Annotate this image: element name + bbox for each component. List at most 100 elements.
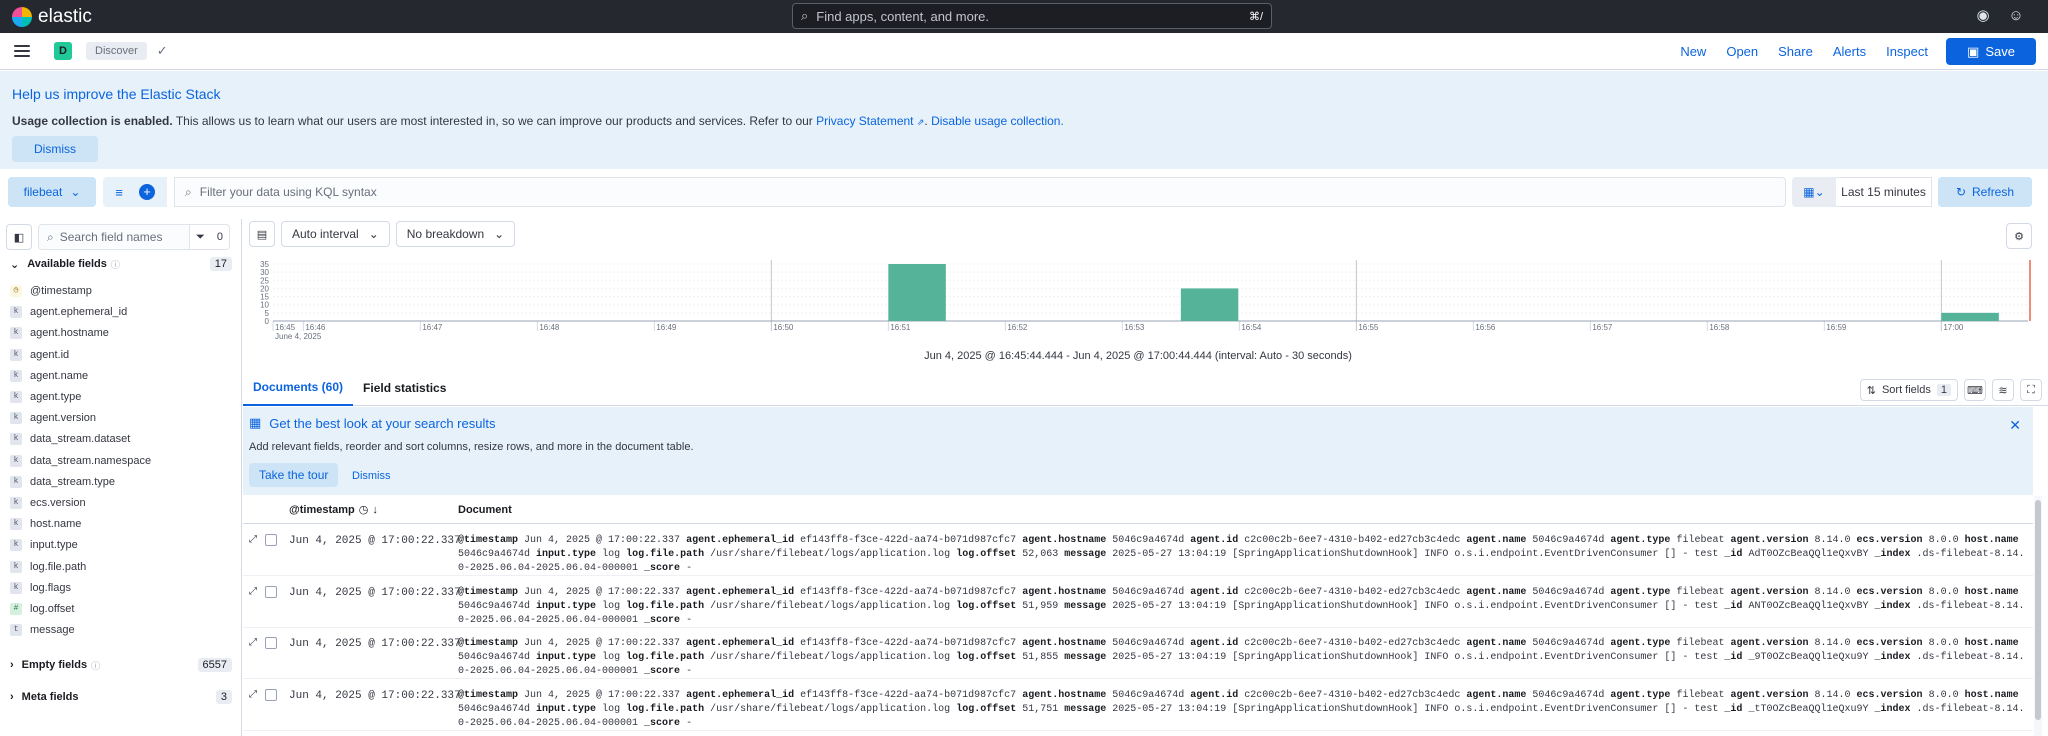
field-item[interactable]: k agent.id <box>10 346 69 364</box>
expand-icon[interactable]: ⤢ <box>249 688 257 702</box>
field-name: log.file.path <box>30 560 87 573</box>
histogram-chart[interactable]: 3530252015105016:45 16:46 16:47 16:48 16:49 1… <box>243 258 2033 343</box>
available-fields-section[interactable]: ⌄ Available fields ⓘ 17 <box>10 257 232 271</box>
field-item[interactable]: k input.type <box>10 536 78 554</box>
table-toggle-icon[interactable]: ▤ <box>249 221 275 247</box>
doc-key: ecs.version <box>1856 586 1923 598</box>
alerts-link[interactable]: Alerts <box>1823 44 1876 59</box>
user-icon[interactable]: ☺ <box>2007 7 2025 25</box>
add-filter-icon[interactable]: + <box>139 184 155 200</box>
share-link[interactable]: Share <box>1768 44 1823 59</box>
field-item[interactable]: k data_stream.dataset <box>10 430 130 448</box>
meta-fields-section[interactable]: › Meta fields 3 <box>10 690 232 704</box>
expand-icon[interactable]: ⤢ <box>249 533 257 547</box>
row-checkbox[interactable] <box>265 585 277 598</box>
x-tick-label: 16:51 <box>890 323 911 332</box>
breadcrumb-discover[interactable]: Discover <box>86 42 147 60</box>
close-icon[interactable]: ✕ <box>2009 417 2021 434</box>
doc-value: - <box>686 614 693 626</box>
x-tick-label: 16:55 <box>1358 323 1379 332</box>
doc-key: agent.type <box>1610 586 1671 598</box>
refresh-button[interactable]: ↻ Refresh <box>1938 177 2032 207</box>
field-name: ecs.version <box>30 497 86 509</box>
field-item[interactable]: # log.offset <box>10 600 74 618</box>
global-search-input[interactable]: ⌕ Find apps, content, and more. ⌘/ <box>792 3 1272 29</box>
inspect-link[interactable]: Inspect <box>1876 44 1938 59</box>
x-tick-label: 16:45 <box>275 323 296 332</box>
doc-key: agent.version <box>1730 586 1809 598</box>
doc-value: AdT0OZcBeaQQl1eQxvBY <box>1748 549 1869 560</box>
new-link[interactable]: New <box>1670 44 1716 59</box>
elastic-logo[interactable]: elastic <box>12 6 92 28</box>
field-item[interactable]: k data_stream.namespace <box>10 452 151 470</box>
table-row[interactable]: ⤢ Jun 4, 2025 @ 17:00:22.337 @timestamp Ju… <box>243 680 2033 731</box>
row-checkbox[interactable] <box>265 637 277 649</box>
breakdown-dropdown[interactable]: No breakdown ⌄ <box>395 221 516 247</box>
table-row[interactable]: ⤢ Jun 4, 2025 @ 17:00:22.337 @timestamp Ju… <box>243 628 2033 679</box>
help-icon[interactable]: ◉ <box>1974 7 1992 25</box>
kql-query-input[interactable]: ⌕ Filter your data using KQL syntax <box>174 177 1786 207</box>
field-item[interactable]: k log.flags <box>10 579 71 597</box>
row-checkbox[interactable] <box>265 534 277 546</box>
date-quick-menu[interactable]: ▦ ⌄ <box>1792 177 1836 207</box>
field-item[interactable]: k agent.hostname <box>10 324 109 342</box>
field-item[interactable]: t message <box>10 621 75 639</box>
expand-icon[interactable]: ⤢ <box>249 636 257 650</box>
disable-usage-link[interactable]: Disable usage collection. <box>931 114 1064 128</box>
field-item[interactable]: k agent.name <box>10 367 88 385</box>
grid-scrollbar[interactable] <box>2034 496 2042 736</box>
data-view-picker[interactable]: filebeat ⌄ <box>8 177 96 207</box>
field-item[interactable]: ◷ @timestamp <box>10 282 92 300</box>
doc-key: agent.name <box>1466 535 1527 546</box>
field-item[interactable]: k log.file.path <box>10 558 86 576</box>
table-row[interactable]: ⤢ Jun 4, 2025 @ 17:00:22.337 @timestamp Ju… <box>243 525 2033 576</box>
doc-key: _index <box>1874 703 1911 715</box>
field-item[interactable]: k data_stream.type <box>10 473 115 491</box>
field-item[interactable]: k host.name <box>10 515 81 533</box>
interval-dropdown[interactable]: Auto interval ⌄ <box>281 221 390 247</box>
col-timestamp[interactable]: @timestamp ◷ ↓ <box>289 503 378 517</box>
field-item[interactable]: k agent.ephemeral_id <box>10 303 127 321</box>
field-filter-button[interactable]: ⏷ 0 <box>190 224 230 250</box>
tab-documents[interactable]: Documents (60) <box>243 370 354 406</box>
chart-options-icon[interactable]: ⚙ <box>2006 223 2032 249</box>
field-item[interactable]: k ecs.version <box>10 494 86 512</box>
display-options-icon[interactable]: ≋ <box>1992 379 2014 401</box>
menu-icon[interactable] <box>14 45 30 57</box>
callout-dismiss-button[interactable]: Dismiss <box>12 136 98 162</box>
take-tour-button[interactable]: Take the tour <box>249 463 339 487</box>
field-search-input[interactable]: ⌕ Search field names <box>38 224 190 250</box>
col-document[interactable]: Document <box>458 504 512 516</box>
row-checkbox[interactable] <box>265 688 277 701</box>
doc-value: 5046c9a4674d <box>1112 638 1185 649</box>
save-button[interactable]: ▣ Save <box>1946 38 2036 65</box>
privacy-statement-link[interactable]: Privacy Statement <box>816 114 913 128</box>
doc-value: log <box>602 652 621 663</box>
sort-fields-button[interactable]: ⇅ Sort fields 1 <box>1859 379 1958 401</box>
doc-value: _tT0OZcBeaQQl1eQxu9Y <box>1748 703 1869 715</box>
table-row[interactable]: ⤢ Jun 4, 2025 @ 17:00:22.337 @timestamp Ju… <box>243 577 2033 628</box>
date-range-picker[interactable]: Last 15 minutes <box>1836 177 1932 207</box>
space-avatar[interactable]: D <box>54 42 72 60</box>
tour-dismiss-button[interactable]: Dismiss <box>352 470 391 482</box>
doc-value: Jun 4, 2025 @ 17:00:22.337 <box>524 586 681 598</box>
callout-title: Help us improve the Elastic Stack <box>12 86 221 102</box>
filter-menu-icon[interactable]: ≡ <box>103 185 135 200</box>
doc-key: _id <box>1724 549 1743 560</box>
empty-fields-section[interactable]: › Empty fields ⓘ 6557 <box>10 658 232 672</box>
expand-icon[interactable]: ⤢ <box>249 585 257 599</box>
open-link[interactable]: Open <box>1716 44 1768 59</box>
fullscreen-icon[interactable]: ⛶ <box>2020 379 2042 401</box>
tab-field-statistics[interactable]: Field statistics <box>353 371 456 405</box>
doc-key: _id <box>1724 703 1743 715</box>
keyboard-icon[interactable]: ⌨ <box>1964 379 1986 401</box>
doc-value: 5046c9a4674d <box>1532 586 1605 598</box>
keyword-type-icon: k <box>10 475 22 488</box>
sidebar-toggle-icon[interactable]: ◧ <box>6 224 32 250</box>
doc-key: agent.ephemeral_id <box>686 638 795 649</box>
doc-key: log.file.path <box>626 652 705 663</box>
field-item[interactable]: k agent.version <box>10 409 96 427</box>
callout-body: This allows us to learn what our users a… <box>172 114 817 128</box>
field-item[interactable]: k agent.type <box>10 388 81 406</box>
doc-value: 5046c9a4674d <box>1112 689 1185 701</box>
